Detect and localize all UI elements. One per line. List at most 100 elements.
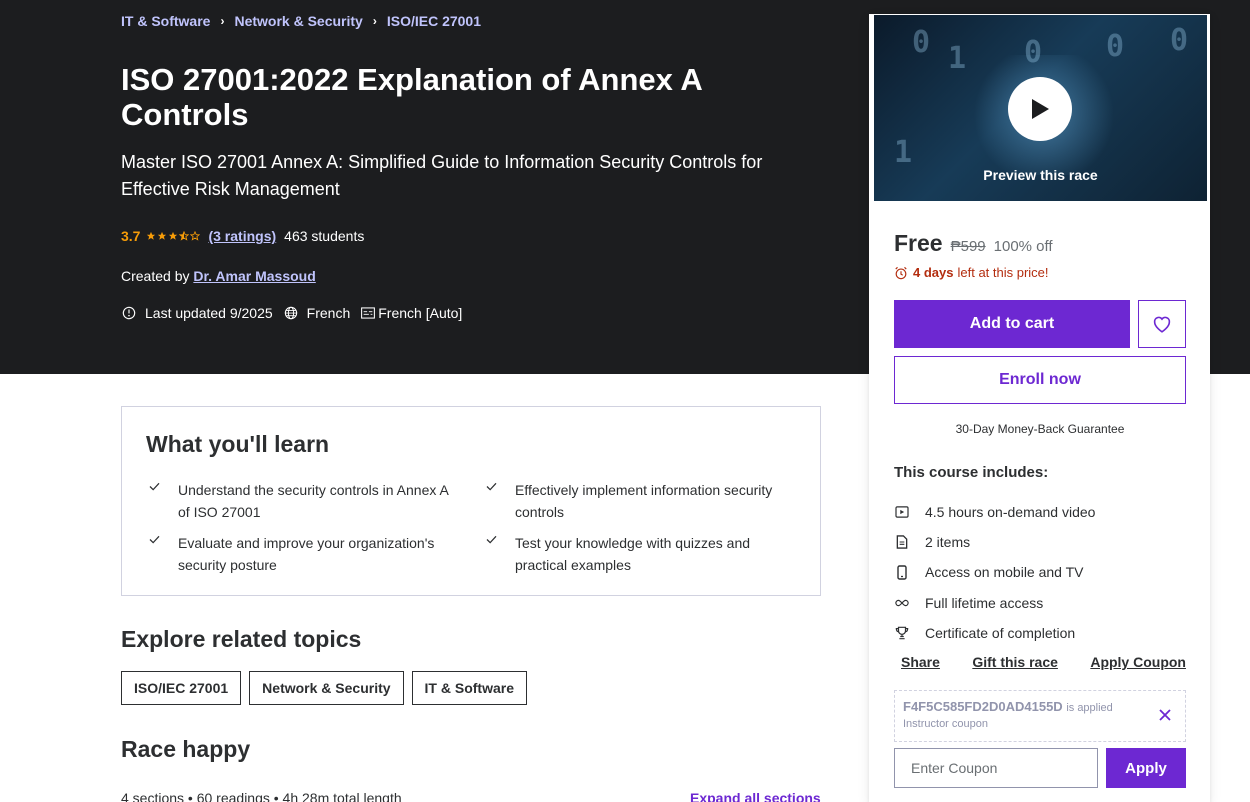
list-item: Understand the security controls in Anne… [146,479,483,523]
learn-item-text: Understand the security controls in Anne… [178,482,449,520]
close-icon [1159,709,1171,721]
star-half-icon [179,231,190,241]
learn-grid: Understand the security controls in Anne… [146,479,796,576]
course-preview-video[interactable]: 0 1 0 0 1 0 Preview this race [874,15,1207,201]
what-youll-learn: What you'll learn Understand the securit… [121,406,821,596]
created-by-label: Created by [121,268,190,284]
coupon-applied-text: is applied [1066,702,1113,714]
topic-network-security[interactable]: Network & Security [249,671,404,705]
includes-title: This course includes: [894,464,1049,481]
list-item: Access on mobile and TV [894,557,1186,587]
enroll-now-button[interactable]: Enroll now [894,356,1186,404]
rating-stars [146,231,201,241]
discount-percent: 100% off [993,238,1053,255]
chevron-right-icon: › [372,14,377,28]
original-price: ₱599 [950,238,986,255]
coupon-code-line: F4F5C585FD2D0AD4155D is applied [903,699,1177,714]
file-icon [894,534,910,550]
play-button[interactable] [1008,77,1072,141]
chevron-right-icon: › [220,14,225,28]
preview-binary-digit: 1 [948,41,967,76]
current-price: Free [894,230,943,256]
gift-link[interactable]: Gift this race [972,654,1058,670]
learn-title: What you'll learn [146,431,330,457]
heart-icon [1153,316,1171,333]
preview-binary-digit: 0 [1170,23,1189,58]
course-title: ISO 27001:2022 Explanation of Annex A Co… [121,62,702,132]
list-item: Full lifetime access [894,588,1186,618]
list-item: Evaluate and improve your organization's… [146,532,483,576]
timer-days: 4 days [913,265,954,280]
star-full-icon [158,231,167,240]
apply-coupon-button[interactable]: Apply [1106,748,1186,788]
preview-binary-digit: 0 [1024,35,1043,70]
list-item: Test your knowledge with quizzes and pra… [483,532,796,576]
star-full-icon [147,231,156,240]
captions-text: French [Auto] [378,305,463,321]
expand-all-sections-link[interactable]: Expand all sections [690,790,821,802]
infinity-icon [894,595,910,611]
price-row: Free ₱599 100% off [894,230,1053,257]
check-icon [483,532,499,576]
wishlist-button[interactable] [1138,300,1186,348]
course-content-title: Race happy [121,736,251,762]
breadcrumb-item-iso-27001[interactable]: ISO/IEC 27001 [387,13,481,29]
topic-iso-27001[interactable]: ISO/IEC 27001 [121,671,242,705]
preview-binary-digit: 1 [894,135,913,170]
applied-coupon: F4F5C585FD2D0AD4155D is applied Instruct… [894,690,1186,742]
includes-list: 4.5 hours on-demand video 2 items Access… [894,497,1186,648]
topic-it-software[interactable]: IT & Software [411,671,528,705]
learn-item-text: Evaluate and improve your organization's… [178,535,435,573]
alert-clock-icon [121,305,137,321]
instructor-link[interactable]: Dr. Amar Massoud [193,268,315,284]
include-label: Full lifetime access [925,594,1044,611]
language-text: French [306,305,351,321]
include-label: Certificate of completion [925,624,1076,641]
learn-item-text: Effectively implement information securi… [515,482,773,520]
course-subtitle: Master ISO 27001 Annex A: Simplified Gui… [121,152,763,199]
students-count: 463 students [284,228,365,244]
globe-icon [283,305,299,321]
ratings-link[interactable]: (3 ratings) [208,228,276,244]
last-updated-text: Last updated 9/2025 [145,305,273,321]
list-item: 4.5 hours on-demand video [894,497,1186,527]
remove-coupon-button[interactable] [1155,705,1175,725]
captions: French [Auto] [360,305,462,321]
play-icon [1032,99,1049,119]
star-empty-icon [190,231,201,241]
alarm-clock-icon [895,266,907,279]
breadcrumb-item-network-security[interactable]: Network & Security [234,13,362,29]
rating-row: 3.7 (3 ratings) 463 students [121,228,364,244]
star-full-icon [169,231,178,240]
check-icon [483,479,499,523]
closed-captions-icon [360,305,376,321]
sidebar-links: Share Gift this race Apply Coupon [894,654,1186,670]
apply-coupon-link[interactable]: Apply Coupon [1090,654,1186,670]
learn-item-text: Test your knowledge with quizzes and pra… [515,535,751,573]
coupon-code: F4F5C585FD2D0AD4155D [903,699,1063,714]
purchase-sidebar: 0 1 0 0 1 0 Preview this race Free ₱599 … [869,14,1210,802]
preview-label: Preview this race [983,167,1098,183]
timer-text: left at this price! [957,265,1049,280]
preview-binary-digit: 0 [1106,29,1125,64]
creator-line: Created by Dr. Amar Massoud [121,268,316,284]
course-meta: Last updated 9/2025 French French [Auto] [121,305,472,321]
coupon-input[interactable] [894,748,1098,788]
explore-topics-title: Explore related topics [121,626,362,652]
trophy-icon [894,625,910,641]
rating-value: 3.7 [121,228,141,244]
breadcrumb-item-it-software[interactable]: IT & Software [121,13,210,29]
breadcrumb: IT & Software › Network & Security › ISO… [121,13,481,29]
preview-binary-digit: 0 [912,25,931,60]
discount-timer: 4 days left at this price! [894,265,1049,280]
add-to-cart-button[interactable]: Add to cart [894,300,1130,348]
list-item: Certificate of completion [894,618,1186,648]
money-back-guarantee: 30-Day Money-Back Guarantee [955,422,1125,436]
course-content-meta: 4 sections • 60 readings • 4h 28m total … [121,790,402,802]
list-item: Effectively implement information securi… [483,479,796,523]
share-link[interactable]: Share [901,654,940,670]
check-icon [146,532,162,576]
video-icon [894,504,910,520]
coupon-type: Instructor coupon [903,718,988,730]
include-label: 2 items [925,534,971,551]
